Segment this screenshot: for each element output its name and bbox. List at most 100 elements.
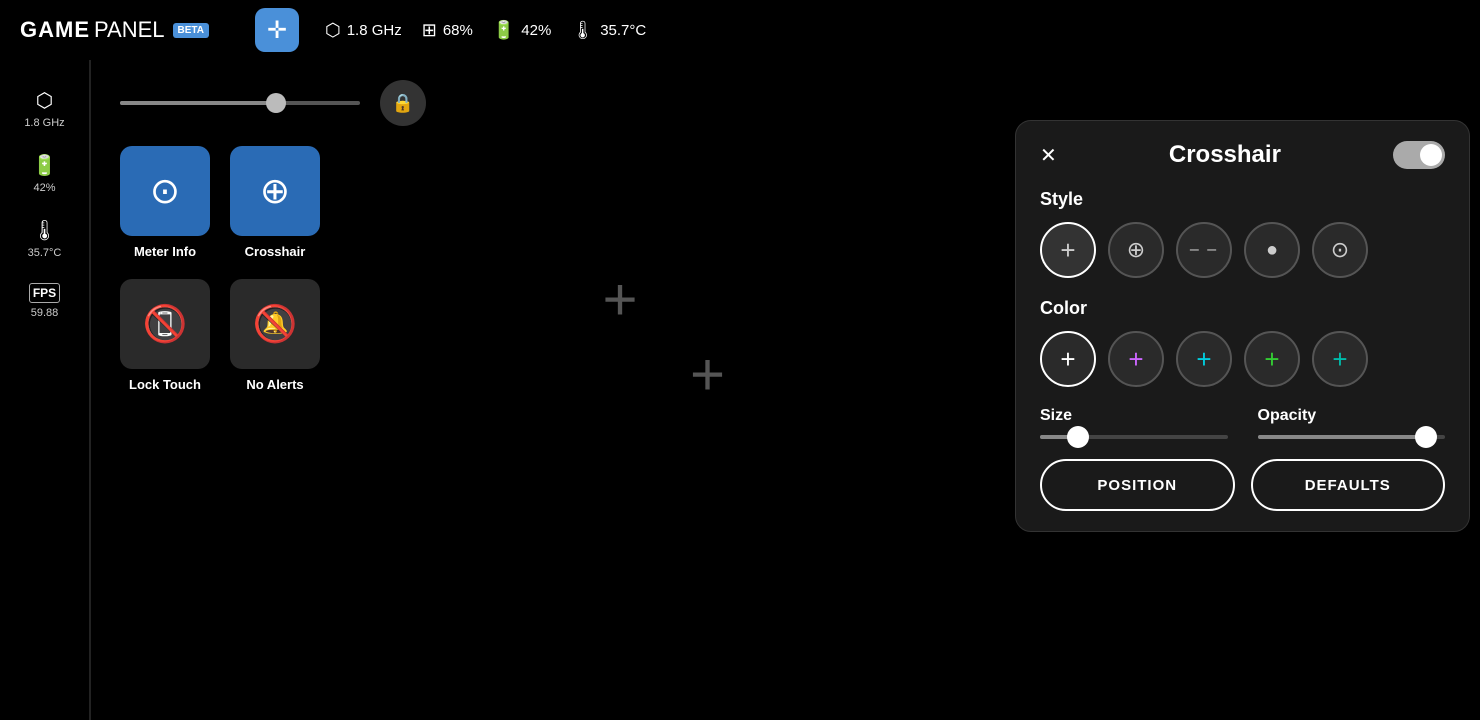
battery-icon: 🔋 <box>493 20 515 41</box>
style-2-icon: ⊕ <box>1127 237 1145 263</box>
brightness-fill <box>120 101 276 105</box>
color-purple-icon: + <box>1128 344 1143 375</box>
gpu-load: 68% <box>443 22 473 39</box>
widget-crosshair-box: ⊕ <box>230 146 320 236</box>
color-option-white[interactable]: + <box>1040 331 1096 387</box>
move-button[interactable]: ✛ <box>255 8 299 52</box>
sidebar-fps-label: 59.88 <box>31 307 59 319</box>
panel-close-button[interactable]: ✕ <box>1040 143 1057 168</box>
defaults-button[interactable]: DEFAULTS <box>1251 459 1446 511</box>
battery-sidebar-icon: 🔋 <box>32 153 57 178</box>
sidebar-cpu-label: 1.8 GHz <box>24 117 64 129</box>
main-content: 🔒 ⊙ Meter Info ⊕ Crosshair 📵 Lock Touch <box>90 60 960 720</box>
temp-icon: 🌡 <box>571 20 594 41</box>
style-1-icon: + <box>1060 235 1075 266</box>
battery-stat: 🔋 42% <box>493 20 551 41</box>
widget-no-alerts[interactable]: 🔕 No Alerts <box>230 279 320 392</box>
logo-beta: BETA <box>173 23 209 38</box>
app-logo: GAME PANEL BETA <box>20 17 209 43</box>
gpu-stat: ⊞ 68% <box>422 20 473 41</box>
panel-header: ✕ Crosshair <box>1040 141 1445 169</box>
crosshair-widget-icon: ⊕ <box>260 170 290 212</box>
style-3-icon: – – <box>1190 241 1218 259</box>
sidebar-item-cpu[interactable]: ⬡ 1.8 GHz <box>16 80 72 137</box>
meter-info-icon: ⊙ <box>150 170 180 212</box>
fps-sidebar-icon: FPS <box>29 283 60 303</box>
panel-title: Crosshair <box>1169 141 1281 169</box>
stats-bar: ⬡ 1.8 GHz ⊞ 68% 🔋 42% 🌡 35.7°C <box>325 20 646 41</box>
cpu-icon: ⬡ <box>325 20 341 41</box>
sidebar-item-fps[interactable]: FPS 59.88 <box>21 275 68 327</box>
style-option-5[interactable]: ⊙ <box>1312 222 1368 278</box>
opacity-slider[interactable] <box>1258 435 1446 439</box>
brightness-slider-area: 🔒 <box>90 60 960 136</box>
widget-meter-info-box: ⊙ <box>120 146 210 236</box>
widget-meter-info[interactable]: ⊙ Meter Info <box>120 146 210 259</box>
cpu-stat: ⬡ 1.8 GHz <box>325 20 402 41</box>
sidebar-temp-label: 35.7°C <box>28 247 62 259</box>
lock-brightness-button[interactable]: 🔒 <box>380 80 426 126</box>
position-button[interactable]: POSITION <box>1040 459 1235 511</box>
cpu-sidebar-icon: ⬡ <box>36 88 53 113</box>
toggle-knob <box>1420 144 1442 166</box>
lock-icon: 🔒 <box>392 93 414 114</box>
size-group: Size <box>1040 407 1228 439</box>
size-thumb[interactable] <box>1067 426 1089 448</box>
lock-touch-icon: 📵 <box>143 303 188 345</box>
color-option-green[interactable]: + <box>1244 331 1300 387</box>
widget-crosshair-label: Crosshair <box>245 244 306 259</box>
widget-crosshair[interactable]: ⊕ Crosshair <box>230 146 320 259</box>
widget-lock-touch[interactable]: 📵 Lock Touch <box>120 279 210 392</box>
style-section-label: Style <box>1040 189 1445 210</box>
widget-lock-touch-label: Lock Touch <box>129 377 201 392</box>
style-5-icon: ⊙ <box>1331 237 1349 263</box>
style-option-3[interactable]: – – <box>1176 222 1232 278</box>
app-header: GAME PANEL BETA ✛ ⬡ 1.8 GHz ⊞ 68% 🔋 42% … <box>0 0 1480 60</box>
size-opacity-row: Size Opacity <box>1040 407 1445 439</box>
color-section-label: Color <box>1040 298 1445 319</box>
temp-val: 35.7°C <box>600 22 646 39</box>
color-options: + + + + + <box>1040 331 1445 387</box>
battery-pct: 42% <box>521 22 551 39</box>
add-widget-button[interactable]: + <box>602 270 637 330</box>
size-label: Size <box>1040 407 1228 425</box>
color-cyan-icon: + <box>1196 344 1211 375</box>
color-white-icon: + <box>1060 344 1075 375</box>
temp-sidebar-icon: 🌡 <box>32 218 57 243</box>
widget-meter-info-label: Meter Info <box>134 244 196 259</box>
temp-stat: 🌡 35.7°C <box>571 20 646 41</box>
size-slider[interactable] <box>1040 435 1228 439</box>
style-4-icon: ● <box>1266 239 1278 262</box>
color-option-purple[interactable]: + <box>1108 331 1164 387</box>
color-option-cyan[interactable]: + <box>1176 331 1232 387</box>
widget-grid: ⊙ Meter Info ⊕ Crosshair 📵 Lock Touch 🔕 … <box>90 136 960 402</box>
color-teal-icon: + <box>1332 344 1347 375</box>
widget-no-alerts-box: 🔕 <box>230 279 320 369</box>
style-option-1[interactable]: + <box>1040 222 1096 278</box>
color-option-teal[interactable]: + <box>1312 331 1368 387</box>
opacity-fill <box>1258 435 1427 439</box>
sidebar-item-temp[interactable]: 🌡 35.7°C <box>20 210 70 267</box>
sidebar-battery-label: 42% <box>33 182 55 194</box>
crosshair-toggle[interactable] <box>1393 141 1445 169</box>
color-green-icon: + <box>1264 344 1279 375</box>
sidebar-item-battery[interactable]: 🔋 42% <box>24 145 65 202</box>
widget-lock-touch-box: 📵 <box>120 279 210 369</box>
style-option-4[interactable]: ● <box>1244 222 1300 278</box>
opacity-thumb[interactable] <box>1415 426 1437 448</box>
no-alerts-icon: 🔕 <box>253 303 298 345</box>
sidebar: ⬡ 1.8 GHz 🔋 42% 🌡 35.7°C FPS 59.88 <box>0 60 90 720</box>
style-option-2[interactable]: ⊕ <box>1108 222 1164 278</box>
cpu-freq: 1.8 GHz <box>347 22 402 39</box>
opacity-group: Opacity <box>1258 407 1446 439</box>
panel-buttons: POSITION DEFAULTS <box>1040 459 1445 511</box>
brightness-thumb[interactable] <box>266 93 286 113</box>
widget-no-alerts-label: No Alerts <box>246 377 303 392</box>
opacity-label: Opacity <box>1258 407 1446 425</box>
move-icon: ✛ <box>267 16 287 45</box>
style-options: + ⊕ – – ● ⊙ <box>1040 222 1445 278</box>
brightness-track[interactable] <box>120 101 360 105</box>
gpu-icon: ⊞ <box>422 20 437 41</box>
logo-game: GAME <box>20 17 90 43</box>
crosshair-panel: ✕ Crosshair Style + ⊕ – – ● ⊙ Color + + <box>1015 120 1470 532</box>
